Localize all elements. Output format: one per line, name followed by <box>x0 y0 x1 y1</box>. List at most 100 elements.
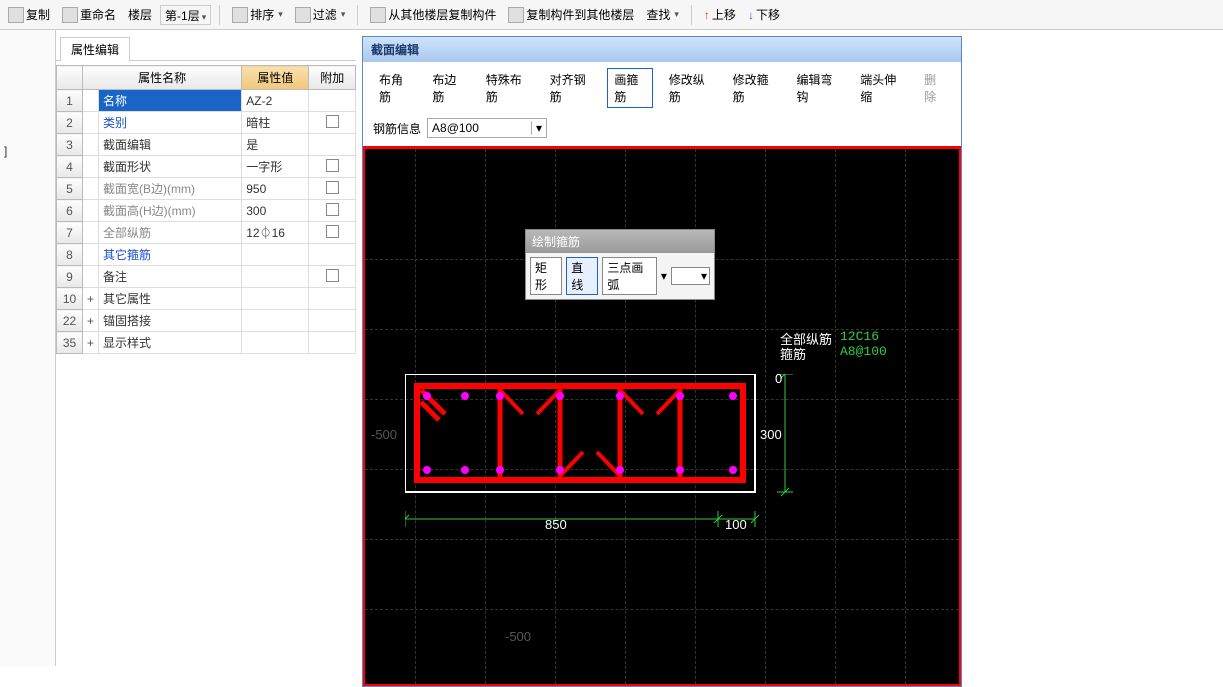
checkbox[interactable] <box>326 225 339 238</box>
sort-button[interactable]: 排序 <box>228 4 287 25</box>
table-row[interactable]: 2类别暗柱 <box>57 112 356 134</box>
floor-label: 楼层 <box>124 4 156 25</box>
dropdown-icon[interactable]: ▾ <box>661 269 667 283</box>
floor-select[interactable]: 第-1层 <box>160 5 211 25</box>
prop-extra[interactable] <box>309 222 356 244</box>
table-row[interactable]: 35+显示样式 <box>57 332 356 354</box>
rebar-info-label: 钢筋信息 <box>373 120 421 137</box>
table-row[interactable]: 10+其它属性 <box>57 288 356 310</box>
prop-value[interactable]: AZ-2 <box>242 90 309 112</box>
row-number: 3 <box>57 134 83 156</box>
prop-value[interactable]: 是 <box>242 134 309 156</box>
tab-special-rebar[interactable]: 特殊布筋 <box>480 69 534 107</box>
prop-extra <box>309 134 356 156</box>
prop-extra <box>309 244 356 266</box>
prop-value[interactable] <box>242 266 309 288</box>
checkbox[interactable] <box>326 269 339 282</box>
dim-300: 300 <box>760 427 782 442</box>
section-drawing <box>405 374 825 554</box>
prop-extra <box>309 90 356 112</box>
move-down-button[interactable]: ↓下移 <box>744 4 784 25</box>
prop-value[interactable]: 一字形 <box>242 156 309 178</box>
prop-name: 备注 <box>99 266 242 288</box>
prop-value[interactable] <box>242 332 309 354</box>
prop-extra[interactable] <box>309 156 356 178</box>
copy-to-icon <box>508 7 524 23</box>
expand-toggle <box>83 134 99 156</box>
row-number: 2 <box>57 112 83 134</box>
dropdown-icon[interactable]: ▾ <box>531 121 542 135</box>
prop-name: 名称 <box>99 90 242 112</box>
rename-button[interactable]: 重命名 <box>58 4 120 25</box>
prop-extra <box>309 310 356 332</box>
row-number: 9 <box>57 266 83 288</box>
main-toolbar: 复制 重命名 楼层 第-1层 排序 过滤 从其他楼层复制构件 复制构件到其他楼层… <box>0 0 1223 30</box>
copy-to-button[interactable]: 复制构件到其他楼层 <box>504 4 638 25</box>
shape-arc-button[interactable]: 三点画弧 <box>602 257 656 295</box>
prop-extra[interactable] <box>309 178 356 200</box>
tab-delete[interactable]: 删除 <box>918 69 951 107</box>
expand-toggle <box>83 200 99 222</box>
tab-corner-rebar[interactable]: 布角筋 <box>373 69 416 107</box>
move-up-button[interactable]: ↑上移 <box>700 4 740 25</box>
expand-toggle <box>83 222 99 244</box>
separator <box>691 5 692 25</box>
section-canvas[interactable]: 绘制箍筋 矩形 直线 三点画弧 ▾ ▾ <box>363 146 961 686</box>
prop-value[interactable]: 暗柱 <box>242 112 309 134</box>
tab-align-rebar[interactable]: 对齐钢筋 <box>544 69 598 107</box>
find-button[interactable]: 查找 <box>642 4 683 25</box>
filter-icon <box>295 7 311 23</box>
extra-header: 附加 <box>309 66 356 90</box>
arrow-up-icon: ↑ <box>704 8 710 22</box>
property-edit-tab[interactable]: 属性编辑 <box>60 37 130 61</box>
expand-toggle[interactable]: + <box>83 288 99 310</box>
dim-850: 850 <box>545 517 567 532</box>
table-row[interactable]: 3截面编辑是 <box>57 134 356 156</box>
tab-modify-stirrup[interactable]: 修改箍筋 <box>727 69 781 107</box>
prop-value[interactable] <box>242 288 309 310</box>
tab-draw-stirrup[interactable]: 画箍筋 <box>607 68 652 108</box>
prop-value[interactable] <box>242 244 309 266</box>
prop-value[interactable] <box>242 310 309 332</box>
prop-extra[interactable] <box>309 112 356 134</box>
prop-name: 其它属性 <box>99 288 242 310</box>
checkbox[interactable] <box>326 181 339 194</box>
prop-value[interactable]: 12⏀16 <box>242 222 309 244</box>
rebar-info-input[interactable]: A8@100 ▾ <box>427 118 547 138</box>
rownum-header <box>57 66 83 90</box>
table-row[interactable]: 22+锚固搭接 <box>57 310 356 332</box>
tab-edit-hook[interactable]: 编辑弯钩 <box>790 69 844 107</box>
table-row[interactable]: 4截面形状一字形 <box>57 156 356 178</box>
filter-button[interactable]: 过滤 <box>291 4 350 25</box>
rename-icon <box>62 7 78 23</box>
prop-extra[interactable] <box>309 200 356 222</box>
expand-toggle[interactable]: + <box>83 310 99 332</box>
table-row[interactable]: 5截面宽(B边)(mm)950 <box>57 178 356 200</box>
prop-value[interactable]: 300 <box>242 200 309 222</box>
checkbox[interactable] <box>326 159 339 172</box>
value-header: 属性值 <box>242 66 309 90</box>
checkbox[interactable] <box>326 115 339 128</box>
tab-end-extend[interactable]: 端头伸缩 <box>854 69 908 107</box>
tab-modify-long[interactable]: 修改纵筋 <box>663 69 717 107</box>
shape-rect-button[interactable]: 矩形 <box>530 257 562 295</box>
dim-0: 0 <box>775 371 782 386</box>
expand-toggle[interactable]: + <box>83 332 99 354</box>
table-row[interactable]: 1名称AZ-2 <box>57 90 356 112</box>
table-row[interactable]: 9 备注 <box>57 266 356 288</box>
editor-title: 截面编辑 <box>363 37 961 62</box>
copy-from-button[interactable]: 从其他楼层复制构件 <box>366 4 500 25</box>
property-table: 属性名称 属性值 附加 1名称AZ-22类别暗柱3截面编辑是4截面形状一字形5截… <box>56 65 356 354</box>
color-combo[interactable]: ▾ <box>671 267 710 285</box>
table-row[interactable]: 7全部纵筋12⏀16 <box>57 222 356 244</box>
axis-neg500-bottom: -500 <box>505 629 531 644</box>
checkbox[interactable] <box>326 203 339 216</box>
prop-name: 截面高(H边)(mm) <box>99 200 242 222</box>
shape-line-button[interactable]: 直线 <box>566 257 598 295</box>
prop-value[interactable]: 950 <box>242 178 309 200</box>
tab-edge-rebar[interactable]: 布边筋 <box>426 69 469 107</box>
table-row[interactable]: 8其它箍筋 <box>57 244 356 266</box>
copy-button[interactable]: 复制 <box>4 4 54 25</box>
prop-extra[interactable] <box>309 266 356 288</box>
table-row[interactable]: 6截面高(H边)(mm)300 <box>57 200 356 222</box>
